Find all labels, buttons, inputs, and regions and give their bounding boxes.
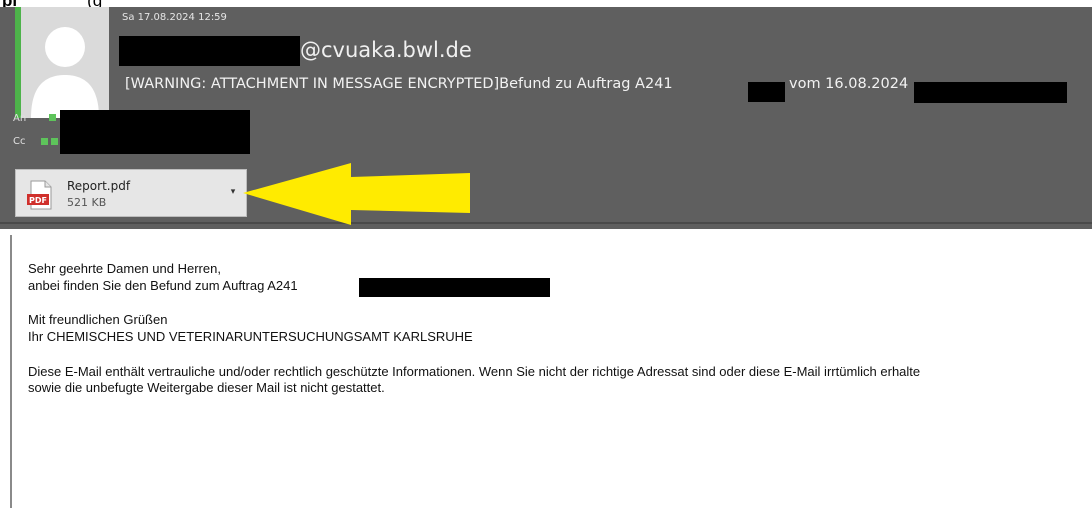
- header-divider: [0, 222, 1092, 224]
- message-body: Sehr geehrte Damen und Herren, anbei fin…: [10, 235, 1092, 508]
- email-timestamp: Sa 17.08.2024 12:59: [122, 12, 227, 23]
- annotation-arrow-icon: [243, 163, 470, 225]
- email-subject-date: vom 16.08.2024: [789, 76, 909, 92]
- pdf-file-icon: PDF: [26, 180, 54, 210]
- attachment-name: Report.pdf: [67, 179, 131, 193]
- caption-bold: pl: [2, 0, 17, 7]
- chevron-down-icon[interactable]: ▾: [226, 184, 240, 198]
- cc-presence-icon: [51, 138, 58, 145]
- cc-label: Cc: [13, 136, 26, 147]
- redacted-body-order: [359, 278, 550, 297]
- body-disclaimer-line2: sowie die unbefugte Weitergabe dieser Ma…: [28, 380, 385, 395]
- redacted-subject-tail: [914, 82, 1067, 103]
- caption-normal: (g: [87, 0, 102, 7]
- attachment-report-pdf[interactable]: PDF Report.pdf 521 KB ▾: [15, 169, 247, 217]
- body-closing: Mit freundlichen Grüßen: [28, 312, 168, 327]
- body-order-line: anbei finden Sie den Befund zum Auftrag …: [28, 278, 298, 293]
- to-presence-icon: [49, 114, 56, 121]
- person-placeholder-icon: [21, 7, 109, 118]
- attachment-size: 521 KB: [67, 196, 107, 209]
- top-caption: pl (g: [0, 0, 1092, 7]
- caption-text: pl (g: [2, 0, 102, 7]
- cc-presence-icon: [41, 138, 48, 145]
- redacted-recipients: [60, 110, 250, 154]
- body-greeting: Sehr geehrte Damen und Herren,: [28, 261, 221, 276]
- sender-avatar[interactable]: [21, 7, 109, 118]
- to-label: An: [13, 113, 27, 124]
- pdf-icon-label: PDF: [29, 196, 47, 205]
- redacted-sender-name: [119, 36, 300, 66]
- email-subject: [WARNING: ATTACHMENT IN MESSAGE ENCRYPTE…: [125, 76, 673, 92]
- redacted-order-number: [748, 82, 785, 102]
- sender-email[interactable]: @cvuaka.bwl.de: [300, 38, 472, 62]
- body-signature: Ihr CHEMISCHES UND VETERINARUNTERSUCHUNG…: [28, 329, 473, 344]
- body-disclaimer-line1: Diese E-Mail enthält vertrauliche und/od…: [28, 364, 921, 379]
